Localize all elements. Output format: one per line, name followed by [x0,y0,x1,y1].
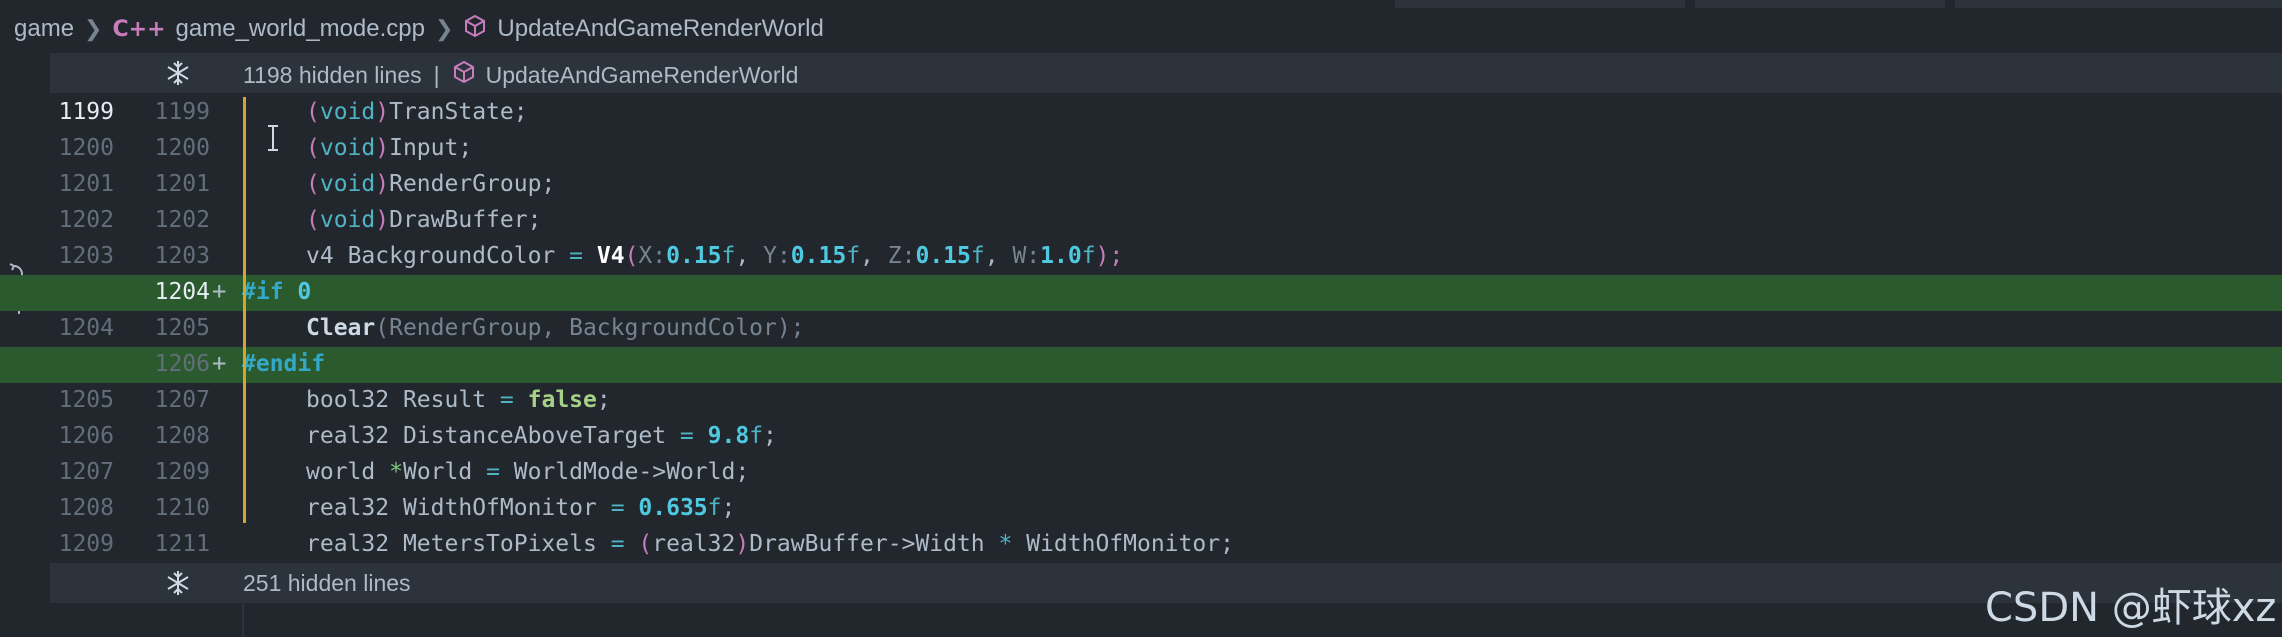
new-line-number: 1210 [154,495,210,521]
code-line-added[interactable]: 1206 + #endif [0,347,2282,383]
code-text: Clear(RenderGroup, BackgroundColor); [306,315,805,341]
new-line-number: 1199 [154,99,210,125]
added-marker: + [212,277,227,305]
old-line-number: 1209 [58,531,114,557]
new-line-number: 1200 [154,135,210,161]
code-text: #endif [242,351,326,377]
added-marker: + [212,349,227,377]
ibeam-cursor-icon [266,124,280,152]
unfold-icon[interactable] [162,567,194,599]
modified-indicator [243,97,246,523]
method-cube-icon [463,14,487,45]
cpp-file-icon: C++ [112,16,166,42]
code-text: real32 MetersToPixels = (real32)DrawBuff… [306,531,1234,557]
old-line-number: 1201 [58,171,114,197]
breadcrumb-symbol[interactable]: UpdateAndGameRenderWorld [497,15,823,43]
new-line-number: 1204 [154,279,210,305]
code-text: (void)RenderGroup; [306,171,556,197]
new-line-number: 1201 [154,171,210,197]
hidden-lines-count: 251 hidden lines [243,570,411,596]
code-text: (void)DrawBuffer; [306,207,542,233]
code-text: v4 BackgroundColor = V4(X:0.15f, Y:0.15f… [306,243,1124,269]
old-line-number: 1200 [58,135,114,161]
new-line-number: 1203 [154,243,210,269]
breadcrumb: game ❯ C++ game_world_mode.cpp ❯ UpdateA… [0,0,2282,58]
method-cube-icon [452,60,476,90]
new-line-number: 1206 [154,351,210,377]
code-text: real32 WidthOfMonitor = 0.635f; [306,495,736,521]
code-line[interactable]: 1201 1201 (void)RenderGroup; [0,167,2282,203]
code-line[interactable]: 1200 1200 (void)Input; [0,131,2282,167]
chevron-right-icon: ❯ [84,16,103,41]
code-line[interactable]: 1199 1199 (void)TranState; [0,95,2282,131]
new-line-number: 1211 [154,531,210,557]
hidden-lines-bar-top[interactable]: 1198 hidden lines | UpdateAndGameRenderW… [50,53,2282,93]
code-text: (void)TranState; [306,99,528,125]
hidden-lines-count: 1198 hidden lines [243,61,422,88]
code-line[interactable]: 1204 1205 Clear(RenderGroup, BackgroundC… [0,311,2282,347]
old-line-number: 1205 [58,387,114,413]
old-line-number: 1203 [58,243,114,269]
old-line-number: 1208 [58,495,114,521]
new-line-number: 1209 [154,459,210,485]
old-line-number: 1199 [58,99,114,125]
code-text: bool32 Result = false; [306,387,611,413]
code-line[interactable]: 1209 1211 real32 MetersToPixels = (real3… [0,527,2282,563]
old-line-number: 1206 [58,423,114,449]
code-line[interactable]: 1207 1209 world *World = WorldMode->Worl… [0,455,2282,491]
new-line-number: 1202 [154,207,210,233]
code-line[interactable]: 1203 1203 v4 BackgroundColor = V4(X:0.15… [0,239,2282,275]
code-line[interactable]: 1208 1210 real32 WidthOfMonitor = 0.635f… [0,491,2282,527]
breadcrumb-file[interactable]: game_world_mode.cpp [176,15,425,43]
code-line[interactable]: 1202 1202 (void)DrawBuffer; [0,203,2282,239]
code-text: (void)Input; [306,135,473,161]
old-line-number: 1207 [58,459,114,485]
watermark: CSDN @虾球xz [1985,585,2277,631]
old-line-number: 1202 [58,207,114,233]
unfold-icon[interactable] [162,57,194,89]
code-line[interactable]: 1206 1208 real32 DistanceAboveTarget = 9… [0,419,2282,455]
gutter-divider [242,603,244,637]
new-line-number: 1207 [154,387,210,413]
chevron-right-icon: ❯ [434,16,454,41]
code-line[interactable]: 1205 1207 bool32 Result = false; [0,383,2282,419]
code-line-added[interactable]: 1204 + #if 0 [0,275,2282,311]
code-text: world *World = WorldMode->World; [306,459,750,485]
breadcrumb-folder[interactable]: game [14,15,74,43]
hidden-lines-bar-bottom[interactable]: 251 hidden lines [50,563,2282,603]
code-text: #if 0 [242,279,312,305]
hidden-lines-symbol[interactable]: UpdateAndGameRenderWorld [486,62,799,89]
hidden-lines-separator: | [433,61,440,88]
old-line-number: 1204 [58,315,114,341]
new-line-number: 1208 [154,423,210,449]
code-text: real32 DistanceAboveTarget = 9.8f; [306,423,777,449]
new-line-number: 1205 [154,315,210,341]
